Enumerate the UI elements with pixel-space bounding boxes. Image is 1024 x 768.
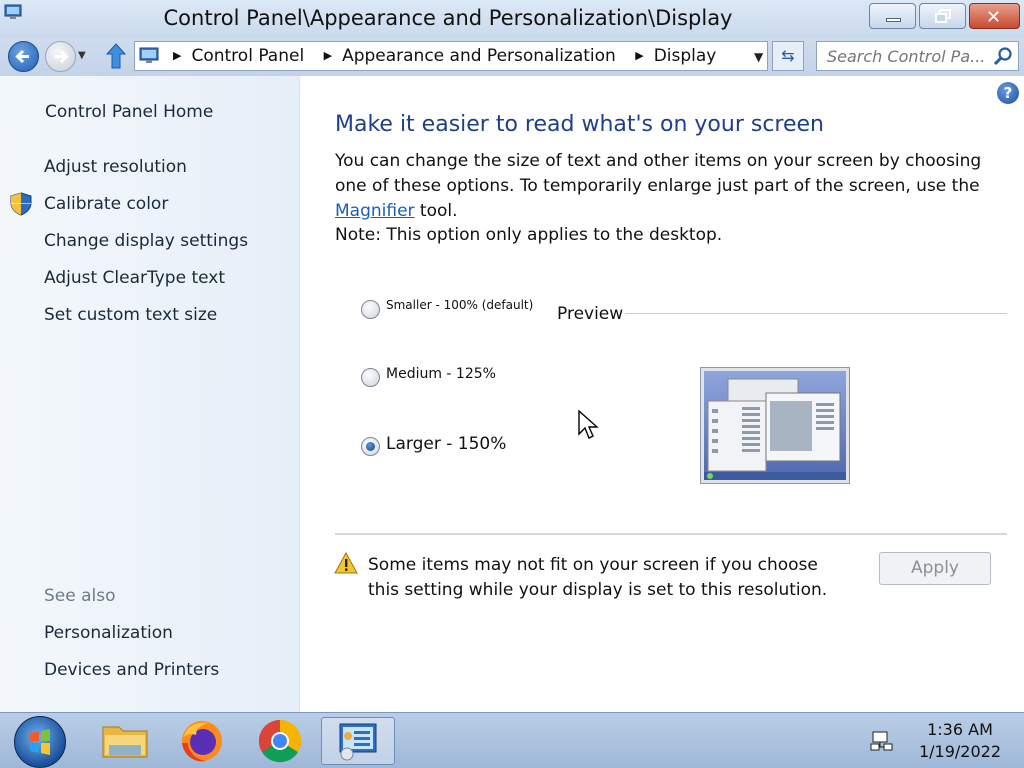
window-title: Control Panel\Appearance and Personaliza… [163,6,733,30]
radio-larger[interactable] [361,437,380,456]
up-arrow-icon[interactable] [104,41,128,71]
system-clock[interactable]: 1:36 AM 1/19/2022 [905,719,1015,763]
preview-image [700,367,850,484]
taskbar-chrome[interactable] [250,717,310,765]
navigation-bar: ▼ ▶ Control Panel ▶ Appearance and Persona… [0,38,1024,76]
clock-time: 1:36 AM [927,720,993,739]
restore-icon [935,9,951,23]
option-label[interactable]: Larger - 150% [386,434,506,454]
start-button[interactable] [14,716,66,768]
note-text: Note: This option only applies to the de… [335,225,723,245]
sidebar-item-change-display-settings[interactable]: Change display settings [44,231,248,251]
description-part: tool. [414,201,458,221]
control-panel-icon [139,47,159,63]
page-title: Make it easier to read what's on your sc… [335,112,824,137]
forward-arrow-icon [55,49,69,64]
sidebar-item-adjust-resolution[interactable]: Adjust resolution [44,157,187,177]
address-bar[interactable]: ▶ Control Panel ▶ Appearance and Personali… [134,41,768,71]
search-input[interactable]: Search Control Pa... [827,47,985,66]
magnifier-link[interactable]: Magnifier [335,201,415,221]
title-bar: Control Panel\Appearance and Personaliza… [0,0,1024,38]
mouse-cursor-icon [578,410,599,439]
breadcrumb-appearance[interactable]: Appearance and Personalization [342,46,616,66]
chevron-right-icon[interactable]: ▶ [324,49,332,62]
shield-icon [10,192,32,216]
firefox-icon [182,721,222,762]
help-icon[interactable]: ? [997,82,1019,104]
search-box[interactable]: Search Control Pa... [816,41,1019,71]
refresh-icon: ⇆ [781,46,795,65]
see-also-personalization[interactable]: Personalization [44,623,173,643]
apply-button[interactable]: Apply [879,552,991,585]
restore-button[interactable] [919,3,966,29]
sidebar-item-custom-text-size[interactable]: Set custom text size [44,305,217,325]
chevron-down-icon[interactable]: ▼ [754,50,763,64]
clock-date: 1/19/2022 [918,742,1002,761]
search-icon[interactable] [993,46,1013,66]
description-part: You can change the size of text and othe… [335,151,982,196]
warning-icon [334,552,358,574]
chevron-right-icon[interactable]: ▶ [635,49,643,62]
sidebar-item-adjust-cleartype[interactable]: Adjust ClearType text [44,268,225,288]
radio-medium[interactable] [361,368,380,387]
minimize-button[interactable] [869,3,916,29]
sidebar: Control Panel Home Adjust resolution Cal… [0,76,300,712]
desktop-preview-icon [704,371,846,480]
option-label[interactable]: Smaller - 100% (default) [386,298,533,312]
taskbar: 1:36 AM 1/19/2022 [0,712,1024,768]
taskbar-explorer[interactable] [95,717,155,765]
network-icon[interactable] [869,730,893,752]
minimize-icon [886,18,901,22]
close-icon: ✕ [986,7,1002,28]
forward-button[interactable] [45,41,76,72]
refresh-button[interactable]: ⇆ [772,41,804,71]
windows-logo-icon [30,729,50,755]
sidebar-item-calibrate-color[interactable]: Calibrate color [44,194,168,214]
folder-icon [102,726,148,758]
taskbar-control-panel[interactable] [321,717,395,765]
section-divider [335,533,1007,535]
preview-label: Preview [557,304,624,324]
back-arrow-icon [15,49,29,64]
see-also-heading: See also [44,586,116,606]
option-label[interactable]: Medium - 125% [386,366,496,382]
control-panel-icon [339,723,377,761]
warning-message: Some items may not fit on your screen if… [368,555,828,600]
chrome-icon [258,719,302,763]
breadcrumb-control-panel[interactable]: Control Panel [191,46,304,66]
taskbar-firefox[interactable] [172,717,232,765]
recent-pages-dropdown[interactable]: ▼ [78,50,86,61]
breadcrumb: ▶ Control Panel ▶ Appearance and Personali… [169,46,716,66]
back-button[interactable] [8,41,39,72]
control-panel-home-link[interactable]: Control Panel Home [45,102,213,122]
breadcrumb-display[interactable]: Display [654,46,717,66]
description-text: You can change the size of text and othe… [335,149,1005,224]
see-also-devices-printers[interactable]: Devices and Printers [44,660,219,680]
close-button[interactable]: ✕ [969,3,1020,29]
radio-smaller[interactable] [361,300,380,319]
chevron-right-icon[interactable]: ▶ [173,49,181,62]
preview-divider [625,313,1007,314]
